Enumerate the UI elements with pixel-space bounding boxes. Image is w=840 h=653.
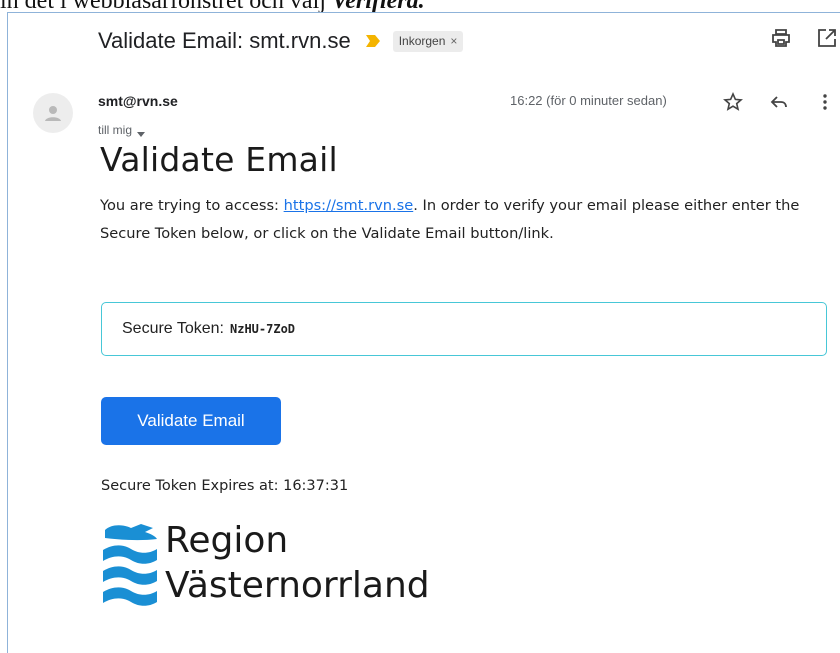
caret-down-icon[interactable] — [137, 127, 146, 137]
email-heading: Validate Email — [100, 140, 338, 179]
recipient-text: till mig — [98, 123, 133, 137]
remove-label-icon[interactable]: × — [450, 34, 457, 48]
more-vertical-icon[interactable] — [815, 92, 835, 112]
thread-actions — [770, 27, 838, 49]
secure-token-label: Secure Token: — [122, 320, 224, 337]
email-body: Validate Email You are trying to access:… — [100, 140, 830, 248]
email-intro: You are trying to access: https://smt.rv… — [100, 192, 830, 248]
region-logo-icon — [103, 524, 157, 606]
logo-text-vasternorrland: Västernorrland — [165, 565, 430, 606]
access-link[interactable]: https://smt.rvn.se — [284, 197, 414, 214]
person-icon — [45, 106, 61, 121]
reply-icon[interactable] — [769, 92, 789, 112]
email-timestamp: 16:22 (för 0 minuter sedan) — [510, 93, 667, 108]
recipient-row[interactable]: till mig — [98, 123, 146, 137]
star-icon[interactable] — [723, 92, 743, 112]
open-in-new-window-icon[interactable] — [816, 27, 838, 49]
intro-text-before: You are trying to access: — [100, 197, 284, 214]
sender-avatar[interactable] — [33, 93, 73, 133]
important-marker-icon[interactable] — [365, 34, 381, 48]
logo-text-region: Region — [165, 520, 289, 561]
inbox-label-chip[interactable]: Inkorgen × — [392, 30, 464, 52]
message-actions — [723, 92, 835, 112]
validate-email-button[interactable]: Validate Email — [101, 397, 281, 445]
token-expiry-text: Secure Token Expires at: 16:37:31 — [101, 478, 349, 494]
email-subject: Validate Email: smt.rvn.se — [98, 28, 351, 53]
secure-token-value: NzHU-7ZoD — [230, 322, 296, 336]
sender-address[interactable]: smt@rvn.se — [98, 93, 178, 109]
subject-row: Validate Email: smt.rvn.se Inkorgen × — [98, 23, 464, 59]
secure-token-box: Secure Token: NzHU-7ZoD — [101, 302, 827, 356]
print-icon[interactable] — [770, 27, 792, 49]
inbox-label-text: Inkorgen — [398, 34, 446, 48]
